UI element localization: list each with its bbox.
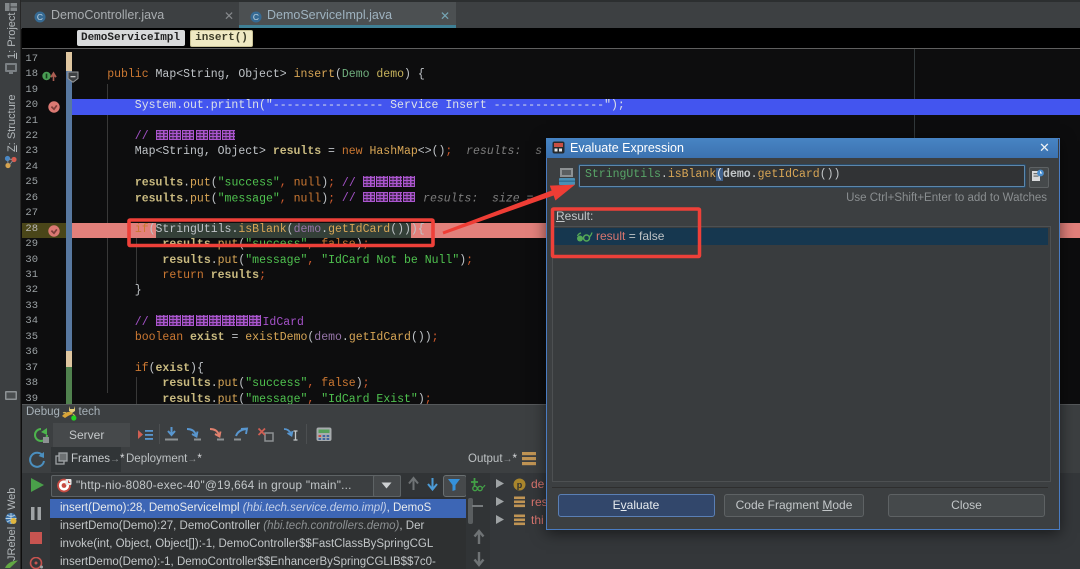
svg-text:C: C <box>253 12 259 22</box>
svg-text:C: C <box>37 12 43 22</box>
svg-text:p: p <box>517 480 523 490</box>
